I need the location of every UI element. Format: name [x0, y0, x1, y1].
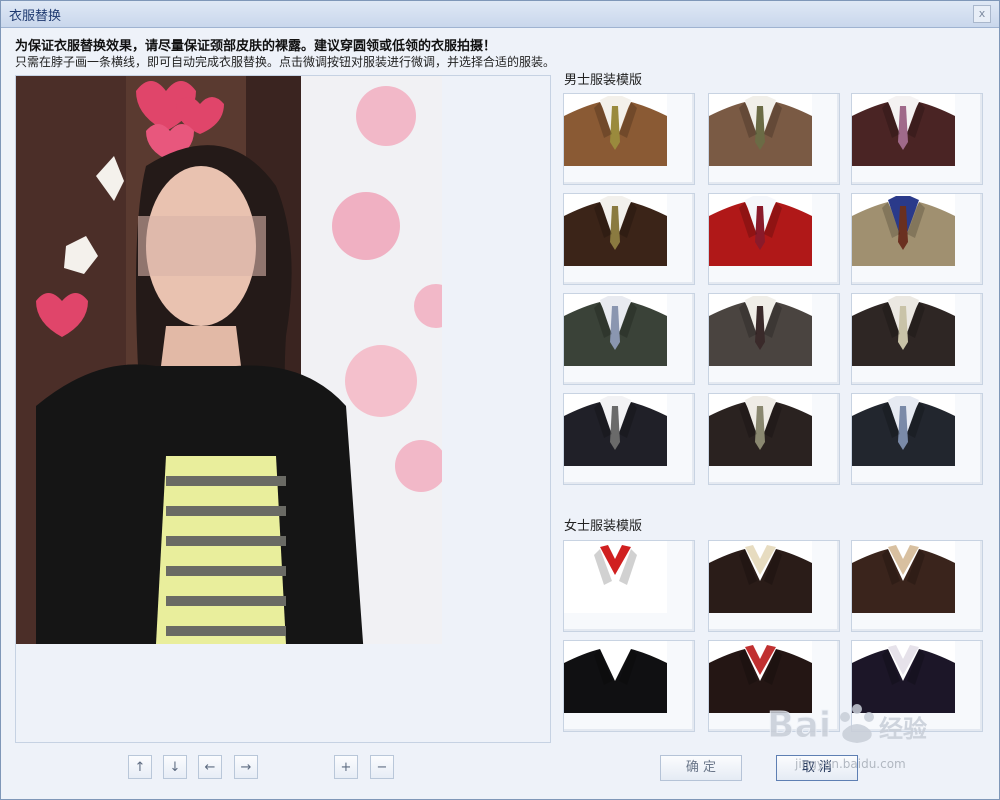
men-outfit-image — [709, 394, 812, 466]
men-template-2[interactable] — [708, 93, 840, 185]
men-template-4[interactable] — [563, 193, 695, 285]
men-template-1[interactable] — [563, 93, 695, 185]
women-section-title: 女士服装模版 — [564, 519, 643, 534]
men-outfit-image — [564, 294, 667, 366]
women-outfit-image — [852, 641, 955, 713]
move-left-button[interactable]: ← — [198, 755, 222, 779]
men-template-8[interactable] — [708, 293, 840, 385]
close-button[interactable]: x — [973, 5, 991, 23]
men-template-12[interactable] — [851, 393, 983, 485]
men-outfit-image — [852, 194, 955, 266]
men-template-11[interactable] — [708, 393, 840, 485]
clothes-replace-dialog: 衣服替换 x 为保证衣服替换效果，请尽量保证颈部皮肤的裸露。建议穿圆领或低领的衣… — [0, 0, 1000, 800]
men-outfit-image — [709, 194, 812, 266]
men-template-3[interactable] — [851, 93, 983, 185]
zoom-out-button[interactable]: − — [370, 755, 394, 779]
move-down-button[interactable]: ↓ — [163, 755, 187, 779]
portrait-photo — [16, 76, 442, 644]
window-title: 衣服替换 — [9, 9, 62, 24]
women-template-4[interactable] — [563, 640, 695, 732]
zoom-in-button[interactable]: + — [334, 755, 358, 779]
men-outfit-image — [709, 94, 812, 166]
women-outfit-image — [564, 641, 667, 713]
women-template-1[interactable] — [563, 540, 695, 632]
men-outfit-image — [852, 94, 955, 166]
ok-button[interactable]: 确 定 — [660, 755, 742, 781]
men-outfit-image — [564, 194, 667, 266]
men-template-7[interactable] — [563, 293, 695, 385]
notice-text: 为保证衣服替换效果，请尽量保证颈部皮肤的裸露。建议穿圆领或低领的衣服拍摄！ — [15, 39, 497, 54]
women-outfit-image — [564, 541, 667, 613]
men-outfit-image — [852, 394, 955, 466]
men-template-10[interactable] — [563, 393, 695, 485]
women-outfit-image — [852, 541, 955, 613]
cancel-button[interactable]: 取 消 — [776, 755, 858, 781]
men-outfit-image — [564, 394, 667, 466]
women-template-2[interactable] — [708, 540, 840, 632]
women-outfit-image — [709, 641, 812, 713]
men-template-6[interactable] — [851, 193, 983, 285]
women-template-6[interactable] — [851, 640, 983, 732]
men-template-9[interactable] — [851, 293, 983, 385]
photo-canvas[interactable] — [15, 75, 551, 743]
women-outfit-image — [709, 541, 812, 613]
men-section-title: 男士服装模版 — [564, 73, 643, 88]
move-right-button[interactable]: → — [234, 755, 258, 779]
women-template-3[interactable] — [851, 540, 983, 632]
men-outfit-image — [852, 294, 955, 366]
men-outfit-image — [709, 294, 812, 366]
hint-text: 只需在脖子画一条横线，即可自动完成衣服替换。点击微调按钮对服装进行微调，并选择合… — [15, 55, 556, 69]
men-template-5[interactable] — [708, 193, 840, 285]
title-bar: 衣服替换 x — [1, 1, 999, 28]
move-up-button[interactable]: ↑ — [128, 755, 152, 779]
women-template-5[interactable] — [708, 640, 840, 732]
men-outfit-image — [564, 94, 667, 166]
